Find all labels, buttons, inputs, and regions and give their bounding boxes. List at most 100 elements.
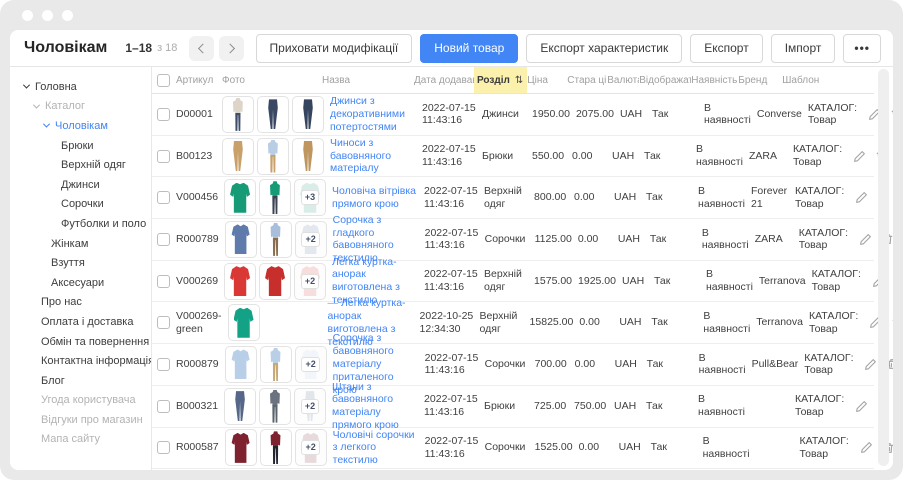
export-button[interactable]: Експорт [690,34,762,63]
row-checkbox[interactable] [157,316,170,329]
edit-icon[interactable] [855,400,868,413]
product-photo[interactable] [259,263,291,300]
product-photo[interactable] [222,96,254,133]
sidebar-item-1[interactable]: Каталог [10,97,151,117]
sidebar-item-5[interactable]: Джинси [10,175,151,195]
cell-price: 550.00 [532,150,572,163]
edit-icon[interactable] [855,191,868,204]
product-photo[interactable] [292,138,324,175]
edit-icon[interactable] [853,150,866,163]
cell-availability: В наявності [699,352,752,378]
product-photo[interactable] [224,388,256,425]
product-name-link[interactable]: Чиноси з бавовняного матеріалу [330,137,391,175]
product-photo[interactable] [224,263,256,300]
more-photos-thumb[interactable]: +2 [294,388,326,425]
edit-icon[interactable] [860,441,873,454]
more-photos-thumb[interactable]: +2 [294,263,326,300]
column-header-template[interactable]: Шаблон [782,67,842,93]
column-header-brand[interactable]: Бренд [738,67,782,93]
sidebar-item-12[interactable]: Оплата і доставка [10,312,151,332]
cell-date: 2022-07-1511:43:16 [424,393,484,419]
cell-photo [222,96,330,133]
scrollbar-track[interactable] [878,69,889,466]
delete-icon[interactable] [891,316,893,330]
sidebar-item-10[interactable]: Аксесуари [10,273,151,293]
product-photo[interactable] [228,304,260,341]
column-header-price[interactable]: Ціна [527,67,567,93]
product-photo[interactable] [225,221,257,258]
product-photos: +2 [225,346,327,383]
sidebar-item-7[interactable]: Футболки и поло [10,214,151,234]
column-header-display[interactable]: Відображати [639,67,691,93]
more-photos-thumb[interactable]: +3 [294,179,326,216]
cell-availability: В наявності [698,185,751,211]
sidebar-item-0[interactable]: Головна [10,77,151,97]
product-photo[interactable] [260,429,292,466]
product-name-link[interactable]: Чоловічі сорочки з легкого текстилю [333,429,415,467]
time-added: 11:43:16 [422,114,476,127]
row-checkbox[interactable] [157,191,170,204]
product-photo[interactable] [225,346,257,383]
sidebar-item-18[interactable]: Мапа сайту [10,430,151,450]
column-header-availability[interactable]: Наявність [691,67,738,93]
product-photo[interactable] [259,179,291,216]
row-checkbox[interactable] [157,400,170,413]
product-photo[interactable] [257,96,289,133]
hide-modifications-button[interactable]: Приховати модифікації [256,34,413,63]
sidebar-item-3[interactable]: Брюки [10,136,151,156]
column-header-currency[interactable]: Валюта [607,67,639,93]
column-header-sku[interactable]: Артикул [176,67,222,93]
row-checkbox[interactable] [157,150,170,163]
product-photo[interactable] [225,429,257,466]
select-all-checkbox[interactable] [157,74,170,87]
column-header-old_price[interactable]: Стара ціна [567,67,607,93]
row-checkbox[interactable] [157,441,170,454]
sidebar-item-13[interactable]: Обмін та повернення [10,332,151,352]
column-header-name[interactable]: Назва [322,67,414,93]
sidebar-item-2[interactable]: Чоловікам [10,116,151,136]
edit-icon[interactable] [859,233,872,246]
edit-icon[interactable] [864,358,877,371]
sidebar-item-17[interactable]: Відгуки про магазин [10,410,151,430]
sidebar-item-4[interactable]: Верхній одяг [10,155,151,175]
sidebar-item-15[interactable]: Блог [10,371,151,391]
product-name-link[interactable]: Чоловіча вітрівка прямого крою [332,185,416,210]
delete-icon[interactable] [890,107,893,121]
product-photo[interactable] [259,388,291,425]
product-name-link[interactable]: Джинси з декоративними потертостями [330,95,405,133]
product-photo[interactable] [222,138,254,175]
time-added: 12:34:30 [420,323,474,336]
product-photo[interactable] [260,346,292,383]
prev-page-button[interactable] [189,36,214,61]
column-header-label: Стара ціна [567,75,607,86]
product-name-link[interactable]: Штани з бавовняного матеріалу прямого кр… [332,381,399,431]
sidebar-item-6[interactable]: Сорочки [10,195,151,215]
import-button[interactable]: Імпорт [771,34,836,63]
row-checkbox[interactable] [157,275,170,288]
more-actions-button[interactable]: ••• [843,34,881,63]
sidebar-item-14[interactable]: Контактна інформація [10,351,151,371]
column-header-section[interactable]: Розділ⇅ [474,67,527,93]
export-characteristics-button[interactable]: Експорт характеристик [526,34,682,63]
column-header-date[interactable]: Дата додавання [414,67,474,93]
sort-icon[interactable]: ⇅ [515,75,523,86]
next-page-button[interactable] [219,36,244,61]
row-checkbox[interactable] [157,108,170,121]
product-photo[interactable] [292,96,324,133]
sidebar-item-9[interactable]: Взуття [10,253,151,273]
cell-old_price: 0.00 [579,316,619,329]
row-checkbox[interactable] [157,233,170,246]
sidebar-item-8[interactable]: Жінкам [10,234,151,254]
column-header-photo[interactable]: Фото [222,67,322,93]
more-photos-thumb[interactable]: +2 [295,346,327,383]
new-product-button[interactable]: Новий товар [420,34,518,63]
sidebar-item-11[interactable]: Про нас [10,293,151,313]
product-photo[interactable] [257,138,289,175]
row-checkbox[interactable] [157,358,170,371]
product-photo[interactable] [224,179,256,216]
cell-currency: UAH [614,400,646,413]
more-photos-thumb[interactable]: +2 [295,221,327,258]
product-photo[interactable] [260,221,292,258]
sidebar-item-16[interactable]: Угода користувача [10,391,151,411]
more-photos-thumb[interactable]: +2 [295,429,327,466]
